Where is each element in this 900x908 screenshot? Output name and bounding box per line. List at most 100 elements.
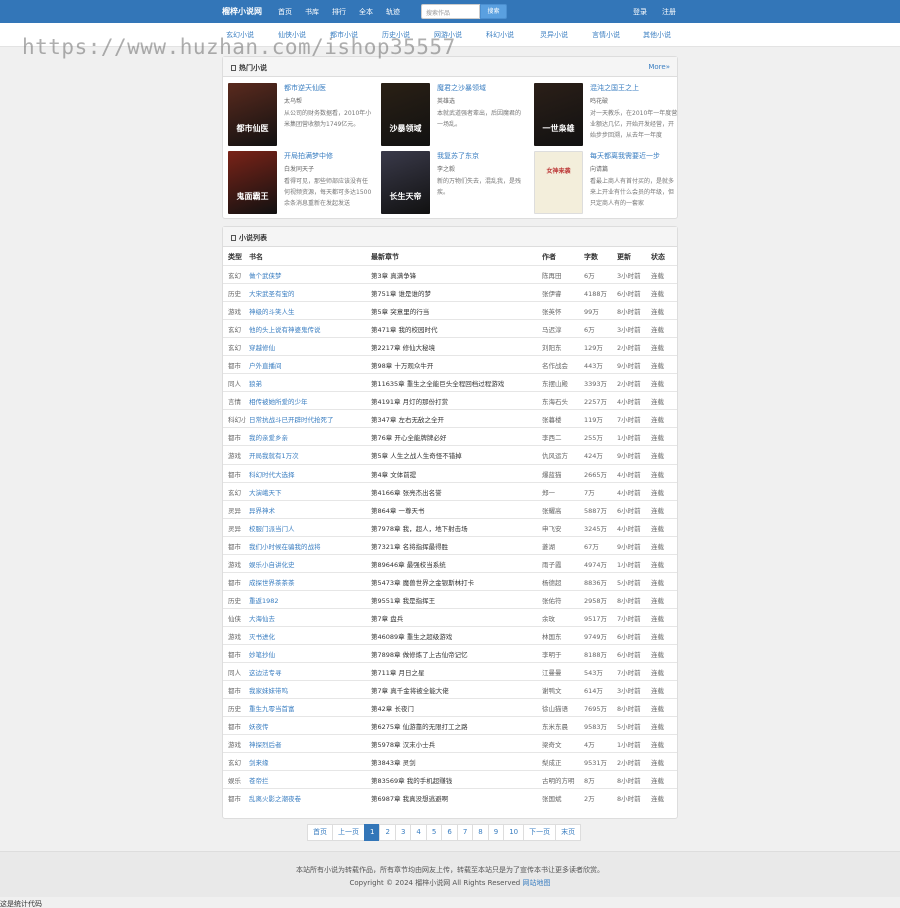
page-link[interactable]: 末页: [555, 824, 582, 841]
book-cover[interactable]: 长生天帝: [381, 151, 430, 214]
page-link[interactable]: 2: [379, 824, 396, 841]
row-chapter-link[interactable]: 第4章 文体前提: [371, 469, 541, 479]
row-title-link[interactable]: 我家妹妹带呜: [249, 685, 367, 695]
row-title-link[interactable]: 成探世界茶茶茶: [249, 577, 367, 587]
row-title-link[interactable]: 大海仙去: [249, 613, 367, 623]
row-title-link[interactable]: 神级的斗笑人生: [249, 306, 367, 316]
book-title[interactable]: 魔君之沙暴领域: [437, 83, 486, 93]
row-title-link[interactable]: 乱离火影之潮夜卷: [249, 793, 367, 803]
page-link[interactable]: 6: [441, 824, 458, 841]
row-chapter-link[interactable]: 第5978章 汉末小士兵: [371, 739, 541, 749]
row-chapter-link[interactable]: 第4166章 张亮杰出名誉: [371, 487, 541, 497]
row-title-link[interactable]: 相传被她所爱的少年: [249, 396, 367, 406]
nav-completed[interactable]: 全本: [359, 7, 373, 17]
row-title-link[interactable]: 狼弟: [249, 378, 367, 388]
hot-book-card[interactable]: 鬼面霸王 开局拍满梦中修 白发同天子 看得可见，那些师部应该没有任何视频资源，每…: [228, 151, 378, 215]
row-chapter-link[interactable]: 第9551章 我是指挥王: [371, 595, 541, 605]
row-title-link[interactable]: 神探烈后者: [249, 739, 367, 749]
row-chapter-link[interactable]: 第7章 真千金将被全能大佬: [371, 685, 541, 695]
row-title-link[interactable]: 做个武侠梦: [249, 270, 367, 280]
search-button[interactable]: 搜索: [480, 4, 507, 19]
row-chapter-link[interactable]: 第7章 盘兵: [371, 613, 541, 623]
row-chapter-link[interactable]: 第7978章 我，超人，地下射击场: [371, 523, 541, 533]
book-cover[interactable]: 一世枭雄: [534, 83, 583, 146]
book-title[interactable]: 开局拍满梦中修: [284, 151, 333, 161]
page-link[interactable]: 1: [364, 824, 381, 841]
row-chapter-link[interactable]: 第46089章 重生之超级游戏: [371, 631, 541, 641]
category-link[interactable]: 其他小说: [643, 30, 671, 40]
hot-book-card[interactable]: 都市仙医 都市逆天仙医 太乌帮 从公司的财务数据看，2010年小米集团营收额为1…: [228, 83, 378, 147]
row-chapter-link[interactable]: 第6987章 我真没想逃避啊: [371, 793, 541, 803]
book-title[interactable]: 混沌之国王之上: [590, 83, 639, 93]
register-link[interactable]: 注册: [662, 7, 676, 17]
row-title-link[interactable]: 校服门派当门人: [249, 523, 367, 533]
row-title-link[interactable]: 户外直播间: [249, 360, 367, 370]
page-link[interactable]: 5: [425, 824, 443, 841]
category-link[interactable]: 科幻小说: [486, 30, 514, 40]
row-title-link[interactable]: 妖夜传: [249, 721, 367, 731]
hot-book-card[interactable]: 沙暴领域 魔君之沙暴领域 英雄选 本就武道强者辈出，后因魔君的一场乱。: [381, 83, 531, 147]
book-title[interactable]: 都市逆天仙医: [284, 83, 326, 93]
site-brand[interactable]: 榴梓小说网: [222, 6, 262, 17]
page-link[interactable]: 7: [456, 824, 474, 841]
row-title-link[interactable]: 娱乐小自讲化史: [249, 559, 367, 569]
page-link[interactable]: 3: [394, 824, 412, 841]
hot-book-card[interactable]: 长生天帝 我复苏了东京 李之毅 新的万物们失去，混乱我，是残疾。: [381, 151, 531, 215]
book-cover[interactable]: 沙暴领域: [381, 83, 430, 146]
page-link[interactable]: 8: [472, 824, 489, 841]
nav-history[interactable]: 轨迹: [386, 7, 400, 17]
row-chapter-link[interactable]: 第3843章 灵剑: [371, 757, 541, 767]
book-cover[interactable]: 都市仙医: [228, 83, 277, 146]
row-chapter-link[interactable]: 第4191章 月灯的那份打赏: [371, 396, 541, 406]
row-title-link[interactable]: 大宋武圣有宝的: [249, 288, 367, 298]
row-title-link[interactable]: 日常抗战斗已开辟时代抢死了: [249, 414, 367, 424]
row-chapter-link[interactable]: 第5473章 魔兽世界之金银斯林打卡: [371, 577, 541, 587]
row-chapter-link[interactable]: 第98章 十万观众牛开: [371, 360, 541, 370]
page-link[interactable]: 首页: [307, 824, 333, 841]
row-title-link[interactable]: 大演峨天下: [249, 487, 367, 497]
row-chapter-link[interactable]: 第864章 一尊天书: [371, 505, 541, 515]
row-chapter-link[interactable]: 第7321章 名将指挥最得胜: [371, 541, 541, 551]
nav-library[interactable]: 书库: [305, 7, 319, 17]
row-chapter-link[interactable]: 第3章 真满争锋: [371, 270, 541, 280]
book-title[interactable]: 每天都离我需要近一步: [590, 151, 660, 161]
sitemap-link[interactable]: 网站地图: [522, 879, 550, 887]
row-chapter-link[interactable]: 第347章 左右无敌之全开: [371, 414, 541, 424]
login-link[interactable]: 登录: [633, 7, 647, 17]
page-link[interactable]: 下一页: [523, 824, 557, 841]
row-title-link[interactable]: 这边法专寻: [249, 667, 367, 677]
page-link[interactable]: 10: [503, 824, 525, 841]
row-chapter-link[interactable]: 第89646章 最强校当系统: [371, 559, 541, 569]
row-chapter-link[interactable]: 第6275章 仙游靠的无限打工之路: [371, 721, 541, 731]
row-chapter-link[interactable]: 第471章 我的校园时代: [371, 324, 541, 334]
nav-home[interactable]: 首页: [278, 7, 292, 17]
row-chapter-link[interactable]: 第5章 人生之战人生奇怪不错掉: [371, 450, 541, 460]
book-cover[interactable]: 女神来袭: [534, 151, 583, 214]
row-title-link[interactable]: 妙笔抄仙: [249, 649, 367, 659]
row-title-link[interactable]: 他的头上说有神婆鬼传说: [249, 324, 367, 334]
row-title-link[interactable]: 重返1982: [249, 595, 367, 605]
row-title-link[interactable]: 我们小时候在骗我的战将: [249, 541, 367, 551]
book-cover[interactable]: 鬼面霸王: [228, 151, 277, 214]
row-title-link[interactable]: 苍帝拦: [249, 775, 367, 785]
row-chapter-link[interactable]: 第42章 长夜门: [371, 703, 541, 713]
row-title-link[interactable]: 科幻时代大选择: [249, 469, 367, 479]
row-chapter-link[interactable]: 第2217章 修仙大秘境: [371, 342, 541, 352]
hot-book-card[interactable]: 一世枭雄 混沌之国王之上 鸣花破 对一天教乐，在2010年一年度营业额达几亿，开…: [534, 83, 684, 147]
search-input[interactable]: 搜索作品: [421, 4, 480, 19]
more-link[interactable]: More»: [648, 63, 670, 71]
row-title-link[interactable]: 剑来缘: [249, 757, 367, 767]
row-chapter-link[interactable]: 第711章 月日之星: [371, 667, 541, 677]
row-chapter-link[interactable]: 第5章 突意里的行当: [371, 306, 541, 316]
row-chapter-link[interactable]: 第76章 开心全能牌牌必好: [371, 432, 541, 442]
category-link[interactable]: 灵异小说: [540, 30, 568, 40]
book-title[interactable]: 我复苏了东京: [437, 151, 479, 161]
row-title-link[interactable]: 我的亲爱乡亲: [249, 432, 367, 442]
row-title-link[interactable]: 异界神术: [249, 505, 367, 515]
row-chapter-link[interactable]: 第751章 谁是谁的梦: [371, 288, 541, 298]
nav-ranking[interactable]: 排行: [332, 7, 346, 17]
row-title-link[interactable]: 穿越修仙: [249, 342, 367, 352]
page-link[interactable]: 4: [410, 824, 427, 841]
row-title-link[interactable]: 开局我就有1万次: [249, 450, 367, 460]
category-link[interactable]: 言情小说: [592, 30, 620, 40]
